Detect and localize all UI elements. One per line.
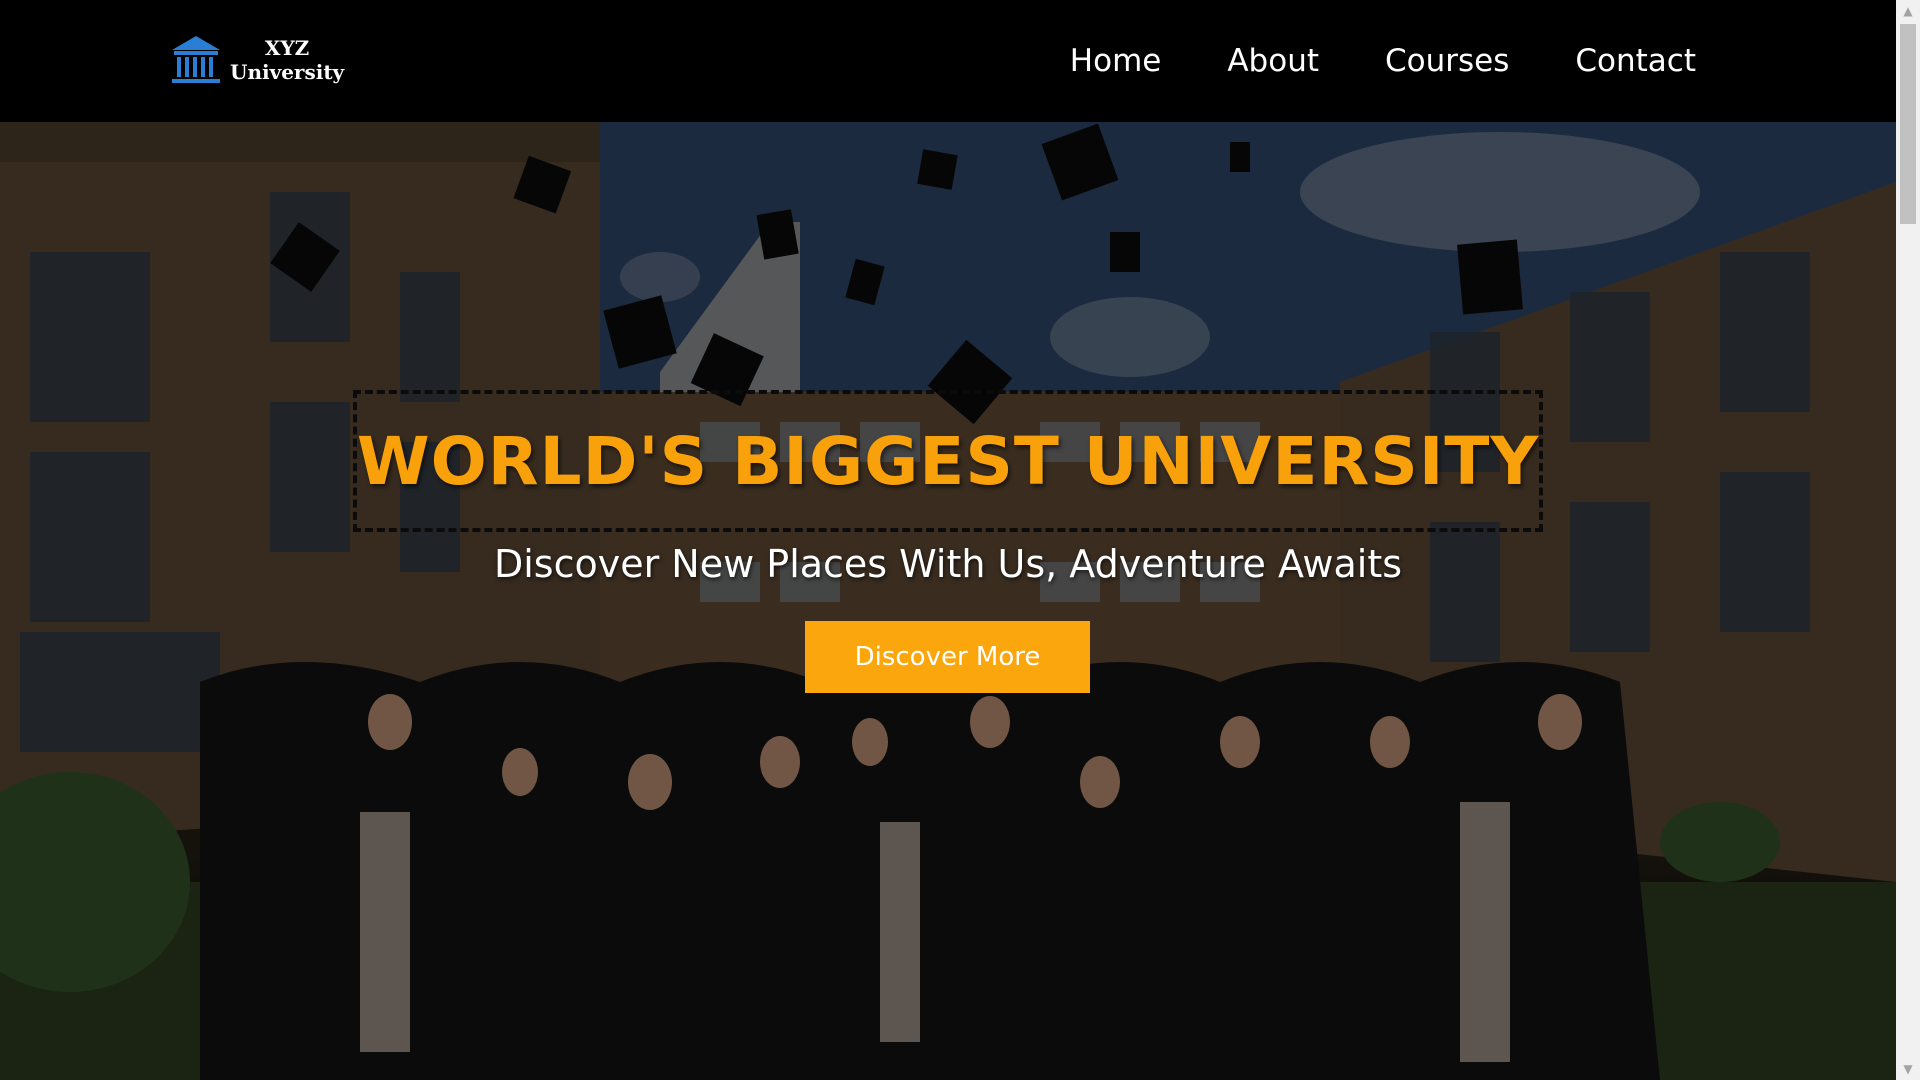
navbar: XYZ University Home About Courses Contac… (0, 0, 1896, 122)
scrollbar-thumb[interactable] (1900, 24, 1916, 224)
logo[interactable]: XYZ University (168, 30, 348, 90)
logo-name-line1: XYZ (264, 36, 310, 60)
vertical-scrollbar[interactable]: ▲ ▼ (1896, 0, 1920, 1080)
nav-home-link[interactable]: Home (1070, 38, 1162, 84)
page: XYZ University Home About Courses Contac… (0, 0, 1896, 1080)
hero-headline: WORLD'S BIGGEST UNIVERSITY (356, 422, 1540, 500)
scroll-up-icon[interactable]: ▲ (1896, 0, 1920, 22)
nav-contact-link[interactable]: Contact (1575, 38, 1696, 84)
university-building-icon (172, 36, 220, 83)
logo-text: XYZ University (230, 36, 344, 84)
main-nav: Home About Courses Contact (1004, 38, 1696, 84)
logo-name-line2: University (230, 60, 345, 84)
hero-subheadline: Discover New Places With Us, Adventure A… (493, 542, 1403, 586)
hero-section: WORLD'S BIGGEST UNIVERSITY Discover New … (0, 122, 1896, 1080)
hero-overlay (0, 122, 1896, 1080)
headline-frame: WORLD'S BIGGEST UNIVERSITY (353, 390, 1543, 532)
nav-about-link[interactable]: About (1227, 38, 1319, 84)
nav-courses-link[interactable]: Courses (1385, 38, 1509, 84)
discover-more-button[interactable]: Discover More (805, 621, 1090, 693)
scroll-down-icon[interactable]: ▼ (1896, 1058, 1920, 1080)
